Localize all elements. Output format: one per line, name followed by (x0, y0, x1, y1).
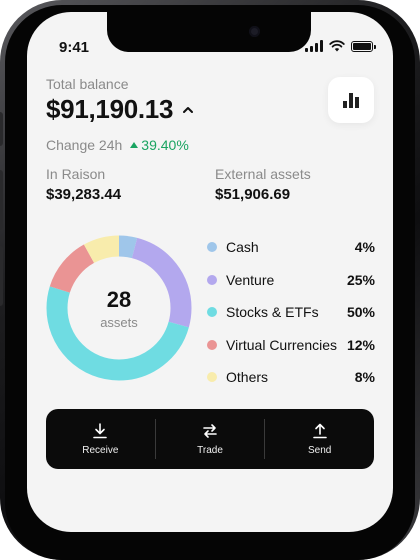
legend-percent: 25% (346, 271, 375, 288)
volume-up-button (0, 170, 3, 230)
battery-icon (351, 40, 376, 52)
mute-switch (0, 112, 3, 146)
legend-name: Cash (226, 239, 259, 256)
asset-count-unit: assets (100, 314, 138, 330)
external-assets-value: $51,906.69 (215, 186, 291, 203)
asset-count: 28 (106, 286, 132, 312)
signal-icon (305, 40, 323, 52)
action-bar: Receive Trade Send (46, 409, 374, 469)
send-label: Send (308, 444, 332, 456)
legend-name: Venture (226, 271, 275, 288)
bar-chart-icon (343, 93, 359, 108)
external-assets-label: External assets (215, 166, 311, 182)
phone-frame: 9:41 Total balance $91,190.13 Change 24h… (0, 0, 420, 560)
chevron-up-icon[interactable] (181, 103, 195, 117)
total-balance-row[interactable]: $91,190.13 (46, 94, 195, 125)
upload-icon (312, 423, 327, 438)
allocation-donut: 28 assets (45, 234, 193, 382)
legend-item-venture[interactable]: Venture 25% (207, 264, 375, 297)
send-button[interactable]: Send (265, 409, 374, 469)
legend-name: Virtual Currencies (226, 336, 338, 353)
legend-dot (207, 242, 217, 253)
wifi-icon (329, 40, 345, 52)
legend-dot (207, 274, 217, 285)
legend-item-virtual-currencies[interactable]: Virtual Currencies 12% (207, 329, 375, 362)
notch (107, 12, 311, 52)
volume-down-button (0, 246, 3, 306)
trade-label: Trade (197, 444, 223, 456)
swap-arrows-icon (203, 423, 217, 438)
legend-item-stocks[interactable]: Stocks & ETFs 50% (207, 296, 375, 329)
legend-dot (207, 372, 217, 383)
total-balance-value: $91,190.13 (46, 94, 174, 124)
legend-percent: 12% (346, 336, 375, 353)
legend-percent: 50% (346, 304, 375, 321)
legend-item-others[interactable]: Others 8% (207, 361, 375, 394)
in-raison-value: $39,283.44 (46, 186, 122, 203)
total-balance-label: Total balance (46, 76, 129, 92)
download-icon (93, 422, 108, 438)
change-percent: 39.40% (141, 137, 189, 153)
camera-icon (249, 26, 260, 37)
chart-view-button[interactable] (328, 77, 374, 123)
allocation-legend: Cash 4% Venture 25% Stocks & ETFs 50% Vi… (207, 231, 375, 394)
external-assets-stat: External assets $51,906.69 (215, 166, 311, 203)
change-value: 39.40% (130, 137, 189, 153)
change-label: Change 24h (46, 137, 123, 153)
legend-percent: 4% (354, 239, 375, 256)
receive-label: Receive (82, 444, 119, 456)
receive-button[interactable]: Receive (46, 409, 155, 469)
status-time: 9:41 (59, 39, 90, 56)
legend-item-cash[interactable]: Cash 4% (207, 231, 375, 264)
status-icons (305, 40, 376, 52)
trade-button[interactable]: Trade (156, 409, 265, 469)
legend-dot (207, 339, 217, 350)
legend-percent: 8% (354, 369, 375, 386)
legend-name: Others (226, 369, 269, 386)
app-screen: 9:41 Total balance $91,190.13 Change 24h… (27, 12, 393, 532)
donut-center: 28 assets (45, 234, 193, 382)
in-raison-stat: In Raison $39,283.44 (46, 166, 121, 203)
change-row: Change 24h 39.40% (46, 137, 189, 153)
legend-dot (207, 307, 217, 318)
in-raison-label: In Raison (46, 166, 106, 182)
triangle-up-icon (130, 142, 139, 148)
legend-name: Stocks & ETFs (226, 304, 319, 321)
